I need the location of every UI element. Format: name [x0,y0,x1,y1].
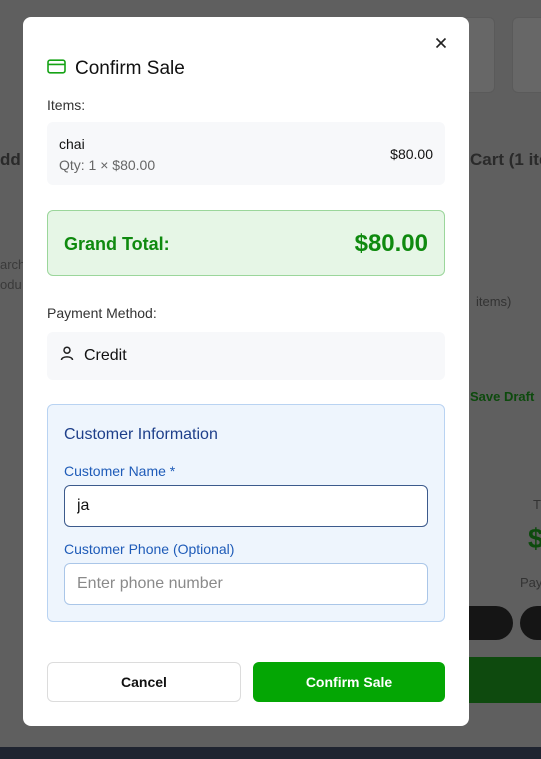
customer-name-label: Customer Name * [64,463,176,479]
user-icon [60,346,74,366]
confirm-sale-button[interactable]: Confirm Sale [253,662,445,702]
customer-info-title: Customer Information [64,426,218,443]
background-pay-text: Pay [520,575,541,590]
list-item: chai Qty: 1 × $80.00 $80.00 [47,122,445,185]
credit-card-icon [47,59,66,79]
customer-phone-label: Customer Phone (Optional) [64,541,235,557]
dialog-header: Confirm Sale [47,58,185,80]
payment-method-display: Credit [47,332,445,380]
customer-info-section: Customer Information Customer Name * Cus… [47,404,445,622]
items-label: Items: [47,97,86,113]
grand-total-value: $80.00 [354,230,428,257]
payment-method-value: Credit [84,347,127,364]
grand-total-box: Grand Total: $80.00 [47,210,445,276]
item-name: chai [59,136,85,152]
customer-phone-input[interactable] [64,563,428,605]
background-left-hint: odu [0,277,22,292]
background-save-draft: Save Draft [470,389,535,404]
background-items-count: items) [476,294,512,309]
grand-total-label: Grand Total: [64,234,170,254]
background-total-letter: T [533,497,541,512]
payment-method-label: Payment Method: [47,305,157,321]
background-left-hint: arch [0,257,26,272]
cancel-button[interactable]: Cancel [47,662,241,702]
close-icon [435,37,447,49]
item-qty: Qty: 1 × $80.00 [59,157,156,173]
item-price: $80.00 [390,146,433,162]
background-stat-card [512,17,541,93]
background-taskbar [0,747,541,759]
dialog-title: Confirm Sale [75,58,185,79]
background-left-heading: dd [0,150,21,169]
customer-name-input[interactable] [64,485,428,527]
background-pill [520,606,541,640]
confirm-sale-dialog: Confirm Sale Items: chai Qty: 1 × $80.00… [23,17,469,726]
close-button[interactable] [431,33,451,53]
background-cart-heading: Cart (1 ite [470,150,541,169]
background-total-dollar: $ [528,523,541,554]
